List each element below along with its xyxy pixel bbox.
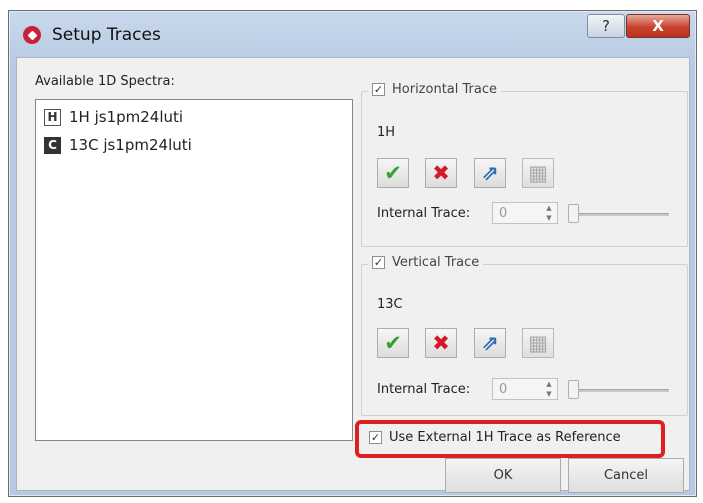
- help-button[interactable]: ?: [587, 14, 625, 38]
- internal-trace-value: 0: [499, 205, 508, 221]
- title-bar[interactable]: Setup Traces ? X: [9, 11, 696, 57]
- vertical-nucleus-label: 13C: [377, 297, 403, 312]
- list-item[interactable]: H 1H js1pm24luti: [44, 106, 183, 128]
- dialog-body: Available 1D Spectra: H 1H js1pm24luti C…: [16, 57, 690, 493]
- available-spectra-label: Available 1D Spectra:: [35, 74, 175, 89]
- setup-traces-dialog: Setup Traces ? X Available 1D Spectra: H…: [8, 10, 697, 497]
- trace-settings-button[interactable]: ▦: [522, 158, 554, 188]
- dialog-title: Setup Traces: [52, 25, 161, 45]
- slider-handle[interactable]: [568, 204, 579, 223]
- horizontal-nucleus-label: 1H: [377, 125, 396, 140]
- internal-trace-spinbox[interactable]: 0 ▲ ▼: [492, 378, 558, 400]
- vertical-trace-checkbox[interactable]: ✓: [372, 256, 385, 269]
- external-reference-option[interactable]: ✓ Use External 1H Trace as Reference: [369, 430, 621, 445]
- spin-arrows-icon[interactable]: ▲ ▼: [543, 380, 555, 398]
- export-icon: ⇗: [481, 330, 499, 355]
- internal-trace-label: Internal Trace:: [377, 382, 471, 397]
- delete-icon: ✖: [432, 330, 450, 355]
- close-button[interactable]: X: [626, 14, 690, 38]
- checkmark-icon: ✔: [384, 330, 402, 355]
- export-icon: ⇗: [481, 160, 499, 185]
- ok-button[interactable]: OK: [445, 458, 561, 493]
- reference-label: Use External 1H Trace as Reference: [389, 430, 621, 445]
- spectrum-name: 13C js1pm24luti: [69, 136, 192, 154]
- delete-icon: ✖: [432, 160, 450, 185]
- assign-trace-button[interactable]: ✔: [377, 328, 409, 358]
- internal-trace-label: Internal Trace:: [377, 206, 471, 221]
- slider-handle[interactable]: [568, 380, 579, 399]
- list-item[interactable]: C 13C js1pm24luti: [44, 134, 192, 156]
- vertical-trace-label: Vertical Trace: [392, 255, 480, 270]
- vertical-trace-group: ✓ Vertical Trace 13C ✔ ✖ ⇗ ▦ Internal Tr…: [361, 255, 688, 416]
- internal-trace-slider[interactable]: [569, 389, 669, 392]
- app-logo-icon: [23, 26, 41, 44]
- spin-arrows-icon[interactable]: ▲ ▼: [543, 204, 555, 222]
- checkmark-icon: ✔: [384, 160, 402, 185]
- trace-settings-button[interactable]: ▦: [522, 328, 554, 358]
- horizontal-trace-group: ✓ Horizontal Trace 1H ✔ ✖ ⇗ ▦ Internal T…: [361, 82, 688, 247]
- cancel-button[interactable]: Cancel: [568, 458, 684, 493]
- open-trace-button[interactable]: ⇗: [474, 328, 506, 358]
- settings-grid-icon: ▦: [528, 160, 548, 185]
- open-trace-button[interactable]: ⇗: [474, 158, 506, 188]
- horizontal-trace-label: Horizontal Trace: [392, 82, 497, 97]
- carbon-spectrum-icon: C: [44, 136, 61, 154]
- spectra-list[interactable]: H 1H js1pm24luti C 13C js1pm24luti: [35, 99, 353, 441]
- remove-trace-button[interactable]: ✖: [425, 158, 457, 188]
- horizontal-trace-checkbox[interactable]: ✓: [372, 83, 385, 96]
- settings-grid-icon: ▦: [528, 330, 548, 355]
- internal-trace-slider[interactable]: [569, 213, 669, 216]
- internal-trace-spinbox[interactable]: 0 ▲ ▼: [492, 202, 558, 224]
- horizontal-trace-legend[interactable]: ✓ Horizontal Trace: [368, 82, 501, 97]
- proton-spectrum-icon: H: [44, 108, 61, 126]
- internal-trace-value: 0: [499, 381, 508, 397]
- vertical-trace-legend[interactable]: ✓ Vertical Trace: [368, 255, 484, 270]
- assign-trace-button[interactable]: ✔: [377, 158, 409, 188]
- reference-checkbox[interactable]: ✓: [369, 431, 382, 444]
- remove-trace-button[interactable]: ✖: [425, 328, 457, 358]
- spectrum-name: 1H js1pm24luti: [69, 108, 184, 126]
